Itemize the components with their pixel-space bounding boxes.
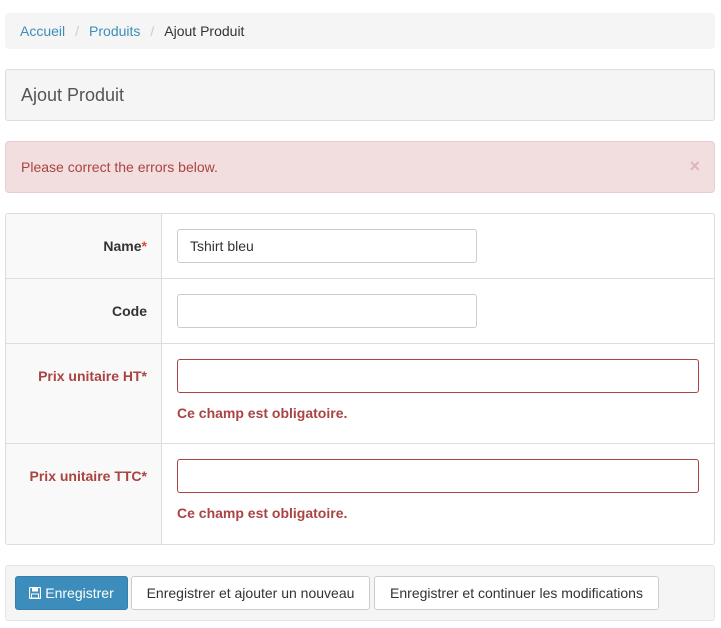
page-header: Ajout Produit [5,69,715,121]
required-mark: * [141,368,147,384]
field-label-prix-ttc: Prix unitaire TTC* [6,444,162,544]
save-and-continue-button[interactable]: Enregistrer et continuer les modificatio… [374,576,659,610]
form-actions: Enregistrer Enregistrer et ajouter un no… [5,565,715,621]
required-mark: * [141,238,147,254]
breadcrumb-current: Ajout Produit [164,23,245,39]
form-row-prix-ht: Prix unitaire HT* Ce champ est obligatoi… [6,344,714,444]
breadcrumb-produits[interactable]: Produits [89,23,140,39]
breadcrumb: Accueil / Produits / Ajout Produit [5,13,715,49]
error-alert: Please correct the errors below. × [5,141,715,193]
prix-ht-input[interactable] [177,359,699,393]
name-input[interactable]: Tshirt bleu [177,229,477,263]
prix-ttc-error: Ce champ est obligatoire. [177,505,348,521]
breadcrumb-separator: / [75,23,80,39]
form-row-prix-ttc: Prix unitaire TTC* Ce champ est obligato… [6,444,714,544]
floppy-disk-icon [29,587,42,599]
close-icon[interactable]: × [689,156,700,176]
prix-ht-error: Ce champ est obligatoire. [177,405,348,421]
page-title: Ajout Produit [21,84,125,105]
breadcrumb-accueil[interactable]: Accueil [20,23,65,39]
alert-message: Please correct the errors below. [21,159,218,175]
field-label-name: Name* [6,214,162,278]
breadcrumb-separator: / [150,23,155,39]
product-form: Name* Tshirt bleu Code Prix unitaire HT*… [5,213,715,545]
form-row-code: Code [6,279,714,344]
field-label-code: Code [6,279,162,343]
save-and-add-button[interactable]: Enregistrer et ajouter un nouveau [131,576,370,610]
save-button[interactable]: Enregistrer [15,576,128,610]
required-mark: * [141,468,147,484]
form-row-name: Name* Tshirt bleu [6,214,714,279]
prix-ttc-input[interactable] [177,459,699,493]
field-label-prix-ht: Prix unitaire HT* [6,344,162,443]
code-input[interactable] [177,294,477,328]
